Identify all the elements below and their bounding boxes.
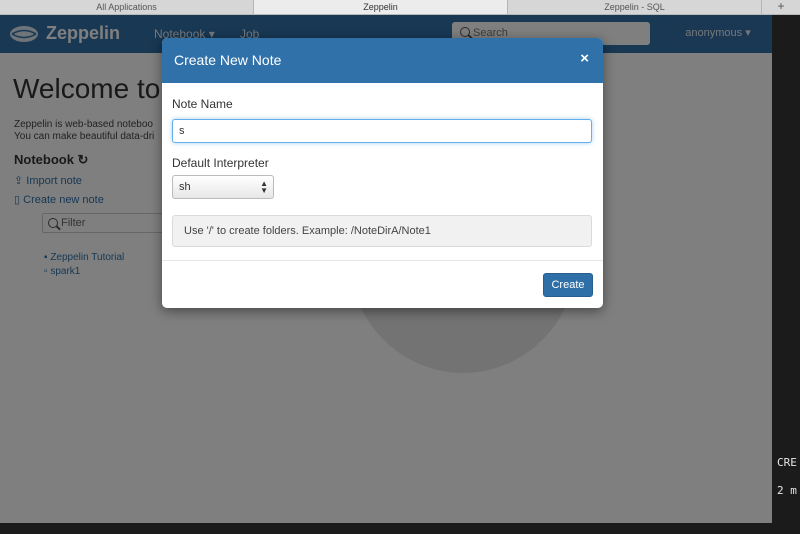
create-button[interactable]: Create: [543, 273, 593, 297]
browser-tab-all-applications[interactable]: All Applications: [0, 0, 254, 14]
folder-hint-text: Use '/' to create folders. Example: /Not…: [184, 225, 431, 237]
browser-tab-zeppelin[interactable]: Zeppelin: [254, 0, 508, 14]
select-arrows-icon: ▲ ▼: [260, 179, 268, 195]
default-interpreter-select[interactable]: sh ▲ ▼: [172, 175, 274, 199]
note-name-input[interactable]: [172, 119, 592, 143]
default-interpreter-label: Default Interpreter: [172, 156, 269, 170]
close-icon[interactable]: ×: [580, 50, 589, 67]
dialog-footer: Create: [162, 261, 603, 308]
browser-tab-zeppelin-sql[interactable]: Zeppelin - SQL: [508, 0, 762, 14]
create-note-dialog: Create New Note × Note Name Default Inte…: [162, 38, 603, 308]
terminal-text-line-1: CRE: [777, 456, 797, 469]
terminal-text-line-2: 2 m: [777, 484, 797, 497]
selected-interpreter: sh: [179, 181, 191, 193]
note-name-label: Note Name: [172, 97, 233, 111]
dialog-header: Create New Note ×: [162, 38, 603, 83]
folder-hint: Use '/' to create folders. Example: /Not…: [172, 215, 592, 247]
browser-tab-bar: All Applications Zeppelin Zeppelin - SQL…: [0, 0, 800, 15]
new-tab-button[interactable]: +: [762, 0, 800, 14]
dialog-title: Create New Note: [174, 52, 282, 68]
dialog-body: Note Name Default Interpreter sh ▲▼ Use …: [162, 83, 603, 261]
